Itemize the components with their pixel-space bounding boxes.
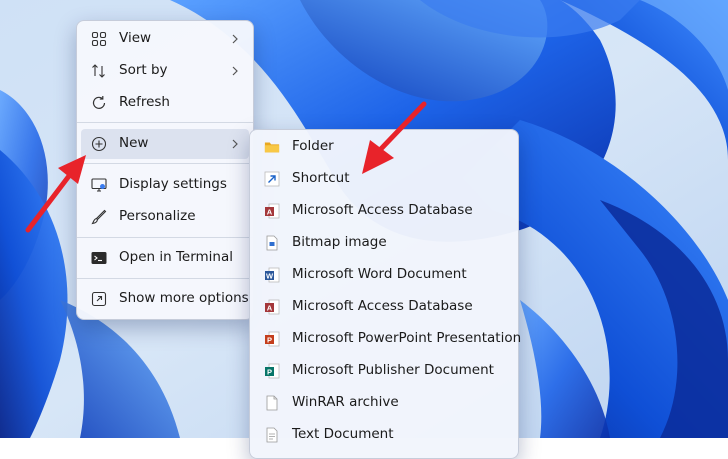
submenu-item-shortcut[interactable]: Shortcut — [254, 164, 514, 194]
svg-text:A: A — [267, 304, 273, 313]
access-icon: A — [264, 299, 280, 315]
menu-item-label: Show more options — [119, 290, 249, 306]
menu-item-label: View — [119, 30, 152, 46]
menu-separator — [77, 163, 253, 164]
submenu-item-label: Microsoft PowerPoint Presentation — [292, 330, 522, 346]
new-submenu: Folder Shortcut A Microsoft Access Datab… — [249, 129, 521, 459]
text-document-icon — [264, 427, 280, 443]
menu-item-label: Refresh — [119, 94, 170, 110]
menu-item-label: New — [119, 135, 149, 151]
submenu-item-label: Folder — [292, 138, 334, 154]
submenu-item-access-database[interactable]: A Microsoft Access Database — [254, 292, 514, 322]
menu-item-display-settings[interactable]: Display settings — [81, 170, 249, 200]
bitmap-icon — [264, 235, 280, 251]
menu-separator — [77, 278, 253, 279]
submenu-item-label: Text Document — [292, 426, 394, 442]
shortcut-icon — [264, 171, 280, 187]
chevron-right-icon — [229, 63, 241, 79]
submenu-item-label: Microsoft Word Document — [292, 266, 467, 282]
submenu-item-label: Microsoft Access Database — [292, 202, 473, 218]
submenu-item-label: Microsoft Access Database — [292, 298, 473, 314]
submenu-item-publisher-document[interactable]: P Microsoft Publisher Document — [254, 356, 514, 386]
submenu-item-bitmap-image[interactable]: Bitmap image — [254, 228, 514, 258]
svg-text:W: W — [266, 272, 274, 281]
submenu-item-text-document[interactable]: Text Document — [254, 420, 514, 450]
menu-item-personalize[interactable]: Personalize — [81, 202, 249, 232]
brush-icon — [91, 209, 107, 225]
submenu-item-access-database[interactable]: A Microsoft Access Database — [254, 196, 514, 226]
submenu-item-label: WinRAR archive — [292, 394, 399, 410]
menu-item-label: Personalize — [119, 208, 196, 224]
submenu-item-folder[interactable]: Folder — [254, 132, 514, 162]
new-plus-icon — [91, 136, 107, 152]
svg-text:P: P — [267, 368, 272, 377]
menu-item-open-in-terminal[interactable]: Open in Terminal — [81, 243, 249, 273]
svg-text:A: A — [267, 208, 273, 217]
menu-item-new[interactable]: New — [81, 129, 249, 159]
publisher-icon: P — [264, 363, 280, 379]
submenu-item-label: Bitmap image — [292, 234, 387, 250]
chevron-right-icon — [229, 136, 241, 152]
menu-item-sort-by[interactable]: Sort by — [81, 56, 249, 86]
more-options-icon — [91, 291, 107, 307]
view-grid-icon — [91, 31, 107, 47]
display-icon — [91, 177, 107, 193]
folder-icon — [264, 139, 280, 155]
menu-item-label: Display settings — [119, 176, 227, 192]
menu-item-label: Sort by — [119, 62, 168, 78]
submenu-item-label: Microsoft Publisher Document — [292, 362, 494, 378]
submenu-item-label: Shortcut — [292, 170, 350, 186]
submenu-item-word-document[interactable]: W Microsoft Word Document — [254, 260, 514, 290]
menu-item-show-more-options[interactable]: Show more options — [81, 284, 249, 314]
submenu-item-powerpoint-presentation[interactable]: P Microsoft PowerPoint Presentation — [254, 324, 521, 354]
access-icon: A — [264, 203, 280, 219]
svg-text:P: P — [267, 336, 272, 345]
sort-icon — [91, 63, 107, 79]
menu-item-refresh[interactable]: Refresh — [81, 88, 249, 118]
menu-separator — [77, 237, 253, 238]
chevron-right-icon — [229, 31, 241, 47]
submenu-item-winrar-archive[interactable]: WinRAR archive — [254, 388, 514, 418]
menu-separator — [77, 122, 253, 123]
winrar-icon — [264, 395, 280, 411]
terminal-icon — [91, 250, 107, 266]
word-icon: W — [264, 267, 280, 283]
desktop-context-menu: View Sort by Refresh New Display setting… — [76, 20, 254, 320]
powerpoint-icon: P — [264, 331, 280, 347]
menu-item-view[interactable]: View — [81, 24, 249, 54]
menu-item-label: Open in Terminal — [119, 249, 233, 265]
refresh-icon — [91, 95, 107, 111]
